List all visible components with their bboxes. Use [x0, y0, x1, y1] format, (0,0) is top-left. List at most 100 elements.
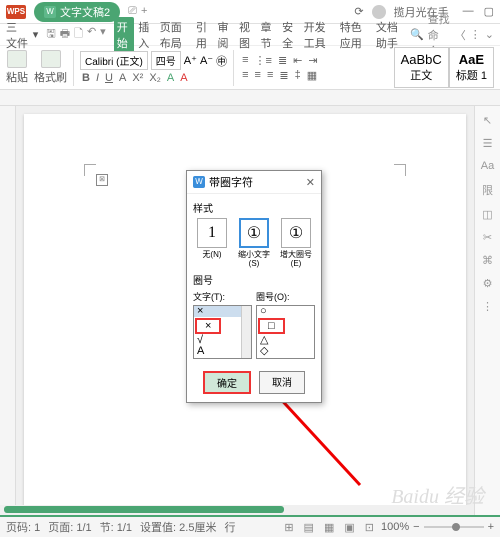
- style-preview: AaE: [456, 52, 487, 67]
- status-page: 页码: 1: [6, 519, 40, 535]
- paste-label: 粘贴: [6, 69, 28, 85]
- scroll-thumb[interactable]: [4, 506, 284, 513]
- paste-group[interactable]: 粘贴: [6, 50, 28, 85]
- italic-button[interactable]: I: [94, 72, 101, 84]
- list-item[interactable]: □: [258, 318, 285, 334]
- tab-home[interactable]: 开始: [114, 17, 135, 53]
- redo-icon[interactable]: ▾: [100, 25, 106, 44]
- grow-font-icon[interactable]: A⁺: [184, 54, 197, 67]
- print-icon[interactable]: 🖶: [60, 25, 70, 44]
- enclosed-char-field: ⊠: [96, 174, 108, 186]
- tab-layout[interactable]: 页面布局: [157, 17, 192, 53]
- settings-icon[interactable]: ⚙: [483, 277, 493, 290]
- tab-insert[interactable]: 插入: [135, 17, 156, 53]
- underline-button[interactable]: U: [103, 72, 115, 84]
- tab-ref[interactable]: 引用: [193, 17, 214, 53]
- close-icon[interactable]: ✕: [306, 176, 315, 189]
- list-item[interactable]: ◇: [257, 346, 314, 357]
- enclosure-section-label: 圈号: [193, 272, 315, 287]
- search-icon[interactable]: 🔍: [410, 28, 424, 41]
- zoom-in-icon[interactable]: +: [488, 521, 494, 533]
- bullets-icon[interactable]: ≡: [240, 54, 250, 67]
- style-none[interactable]: 1 无(N): [193, 218, 231, 268]
- shrink-font-icon[interactable]: A⁻: [200, 54, 213, 67]
- view-mode-icon[interactable]: ▤: [301, 520, 317, 535]
- tab-dev[interactable]: 开发工具: [301, 17, 336, 53]
- line-spacing-icon[interactable]: ‡: [293, 69, 303, 82]
- zoom-slider[interactable]: [424, 526, 484, 528]
- document-tab[interactable]: W 文字文稿2: [34, 2, 120, 22]
- separator: [73, 50, 74, 86]
- list-item[interactable]: ○: [257, 306, 314, 317]
- super-button[interactable]: X²: [130, 72, 145, 84]
- font-size-select[interactable]: 四号: [151, 51, 181, 70]
- link-icon[interactable]: ⌘: [482, 254, 493, 267]
- shape-icon[interactable]: ◫: [482, 208, 492, 221]
- list-item[interactable]: ×: [195, 318, 221, 334]
- text-list-label: 文字(T):: [193, 290, 252, 303]
- indent-l-icon[interactable]: ⇤: [291, 54, 304, 67]
- tab-security[interactable]: 安全: [279, 17, 300, 53]
- zoom-level[interactable]: 100%: [381, 521, 409, 533]
- view-mode-icon[interactable]: ⊞: [281, 520, 296, 535]
- margin-corner: [394, 164, 406, 176]
- style-normal[interactable]: AaBbC 正文: [394, 47, 449, 88]
- align-center-icon[interactable]: ≡: [253, 69, 263, 82]
- numbering-icon[interactable]: ⋮≡: [253, 54, 274, 67]
- horizontal-scrollbar[interactable]: [0, 505, 474, 515]
- tab-view[interactable]: 视图: [236, 17, 257, 53]
- zoom-thumb[interactable]: [452, 523, 460, 531]
- tab-section[interactable]: 章节: [258, 17, 279, 53]
- nav-icon[interactable]: ☰: [483, 137, 493, 150]
- save-icon[interactable]: 🖫: [46, 25, 55, 44]
- style-label: 增大圈号(E): [277, 250, 315, 268]
- zoom-out-icon[interactable]: −: [413, 521, 419, 533]
- enclose-char-icon[interactable]: ㊥: [216, 53, 227, 69]
- font-name-select[interactable]: Calibri (正文): [80, 51, 148, 70]
- view-mode-icon[interactable]: ⊡: [362, 520, 377, 535]
- strike-button[interactable]: A: [117, 72, 128, 84]
- style-glyph: ①: [239, 218, 269, 248]
- format-brush-group[interactable]: 格式刷: [34, 50, 67, 85]
- style-section-label: 样式: [193, 200, 315, 215]
- align-right-icon[interactable]: ≡: [265, 69, 275, 82]
- select-tool-icon[interactable]: ↖: [483, 114, 492, 127]
- style-enlarge[interactable]: ① 增大圈号(E): [277, 218, 315, 268]
- tab-review[interactable]: 审阅: [214, 17, 235, 53]
- vertical-ruler[interactable]: [0, 106, 16, 516]
- brush-icon: [41, 50, 61, 68]
- font-color-button[interactable]: A: [178, 72, 189, 84]
- ribbon-tabs: 开始 插入 页面布局 引用 审阅 视图 章节 安全 开发工具 特色应用 文档助手: [114, 17, 408, 53]
- cancel-button[interactable]: 取消: [259, 371, 305, 394]
- style-pane-icon[interactable]: Aa: [481, 160, 494, 172]
- style-label: 正文: [401, 67, 442, 83]
- style-shrink[interactable]: ① 缩小文字(S): [235, 218, 273, 268]
- scrollbar[interactable]: [241, 306, 251, 358]
- justify-icon[interactable]: ≣: [277, 69, 290, 82]
- sub-button[interactable]: X₂: [147, 72, 163, 84]
- highlight-button[interactable]: A: [165, 72, 176, 84]
- collapse-icon[interactable]: 〈: [455, 27, 466, 43]
- bold-button[interactable]: B: [80, 72, 92, 84]
- limit-icon[interactable]: 限: [482, 182, 493, 198]
- file-menu[interactable]: 三 文件▾: [6, 19, 38, 51]
- align-icon[interactable]: ≣: [276, 54, 289, 67]
- ok-button[interactable]: 确定: [203, 371, 251, 394]
- undo-icon[interactable]: ↶: [87, 25, 96, 44]
- text-list[interactable]: × × √ A a: [193, 305, 252, 359]
- preview-icon[interactable]: 🗋: [74, 25, 83, 44]
- status-pos: 设置值: 2.5厘米: [140, 519, 216, 535]
- indent-r-icon[interactable]: ⇥: [306, 54, 319, 67]
- ring-list[interactable]: ○ □ △ ◇: [256, 305, 315, 359]
- tab-special[interactable]: 特色应用: [337, 17, 372, 53]
- help-icon[interactable]: ⋮: [470, 28, 481, 41]
- caret-icon[interactable]: ⌄: [485, 28, 494, 41]
- shading-icon[interactable]: ▦: [305, 69, 319, 82]
- view-mode-icon[interactable]: ▣: [341, 520, 357, 535]
- align-left-icon[interactable]: ≡: [240, 69, 250, 82]
- horizontal-ruler[interactable]: [0, 90, 500, 106]
- more-icon[interactable]: ⋮: [482, 300, 493, 313]
- style-heading1[interactable]: AaE 标题 1: [449, 47, 494, 88]
- clip-icon[interactable]: ✂: [483, 231, 492, 244]
- view-mode-icon[interactable]: ▦: [321, 520, 337, 535]
